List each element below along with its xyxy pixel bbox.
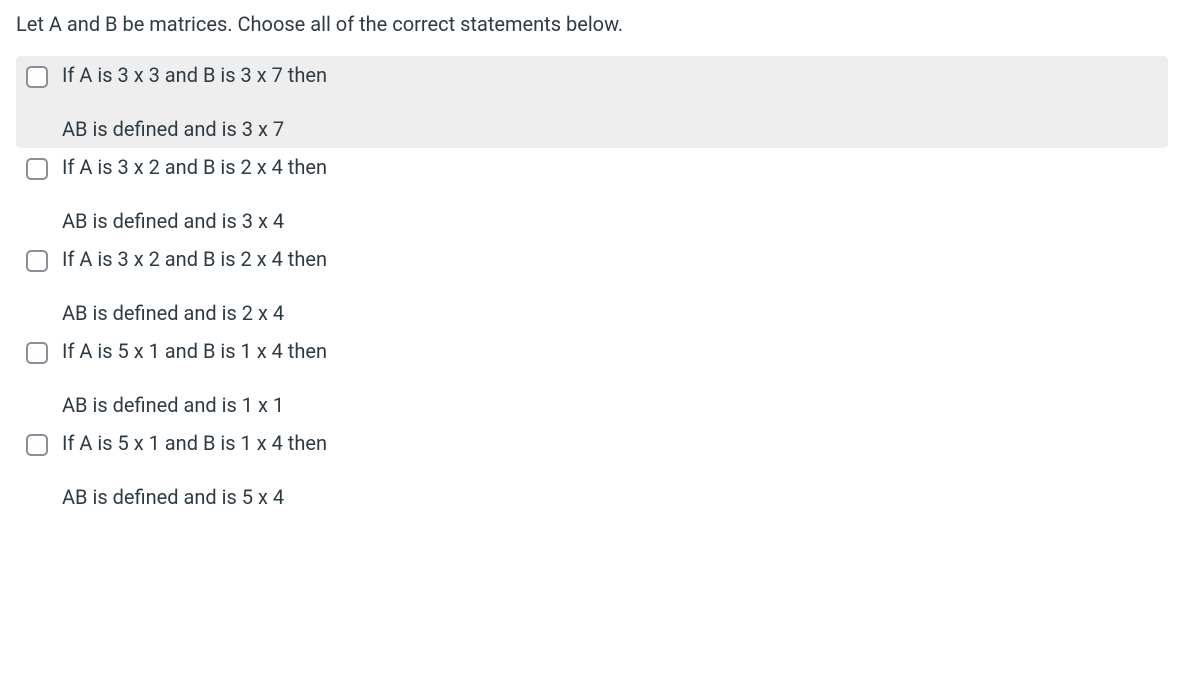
- option-line2: AB is defined and is 5 x 4: [62, 484, 1158, 510]
- option-text: If A is 3 x 3 and B is 3 x 7 then AB is …: [62, 62, 1158, 144]
- option-text: If A is 5 x 1 and B is 1 x 4 then AB is …: [62, 338, 1158, 420]
- option-line2: AB is defined and is 3 x 7: [62, 116, 1158, 142]
- option-line2: AB is defined and is 2 x 4: [62, 300, 1158, 326]
- option-text: If A is 3 x 2 and B is 2 x 4 then AB is …: [62, 246, 1158, 328]
- option-line1: If A is 3 x 2 and B is 2 x 4 then: [62, 154, 1158, 180]
- option-row[interactable]: If A is 3 x 2 and B is 2 x 4 then AB is …: [16, 240, 1168, 332]
- option-line1: If A is 5 x 1 and B is 1 x 4 then: [62, 430, 1158, 456]
- option-text: If A is 3 x 2 and B is 2 x 4 then AB is …: [62, 154, 1158, 236]
- checkbox[interactable]: [26, 66, 48, 88]
- option-line1: If A is 3 x 3 and B is 3 x 7 then: [62, 62, 1158, 88]
- option-line2: AB is defined and is 3 x 4: [62, 208, 1158, 234]
- checkbox[interactable]: [26, 434, 48, 456]
- option-line1: If A is 5 x 1 and B is 1 x 4 then: [62, 338, 1158, 364]
- question-prompt: Let A and B be matrices. Choose all of t…: [16, 10, 1168, 38]
- option-line1: If A is 3 x 2 and B is 2 x 4 then: [62, 246, 1158, 272]
- option-row[interactable]: If A is 5 x 1 and B is 1 x 4 then AB is …: [16, 424, 1168, 516]
- option-row[interactable]: If A is 3 x 3 and B is 3 x 7 then AB is …: [16, 56, 1168, 148]
- checkbox[interactable]: [26, 158, 48, 180]
- checkbox[interactable]: [26, 250, 48, 272]
- option-text: If A is 5 x 1 and B is 1 x 4 then AB is …: [62, 430, 1158, 512]
- option-row[interactable]: If A is 5 x 1 and B is 1 x 4 then AB is …: [16, 332, 1168, 424]
- options-list: If A is 3 x 3 and B is 3 x 7 then AB is …: [16, 56, 1168, 516]
- checkbox[interactable]: [26, 342, 48, 364]
- option-row[interactable]: If A is 3 x 2 and B is 2 x 4 then AB is …: [16, 148, 1168, 240]
- option-line2: AB is defined and is 1 x 1: [62, 392, 1158, 418]
